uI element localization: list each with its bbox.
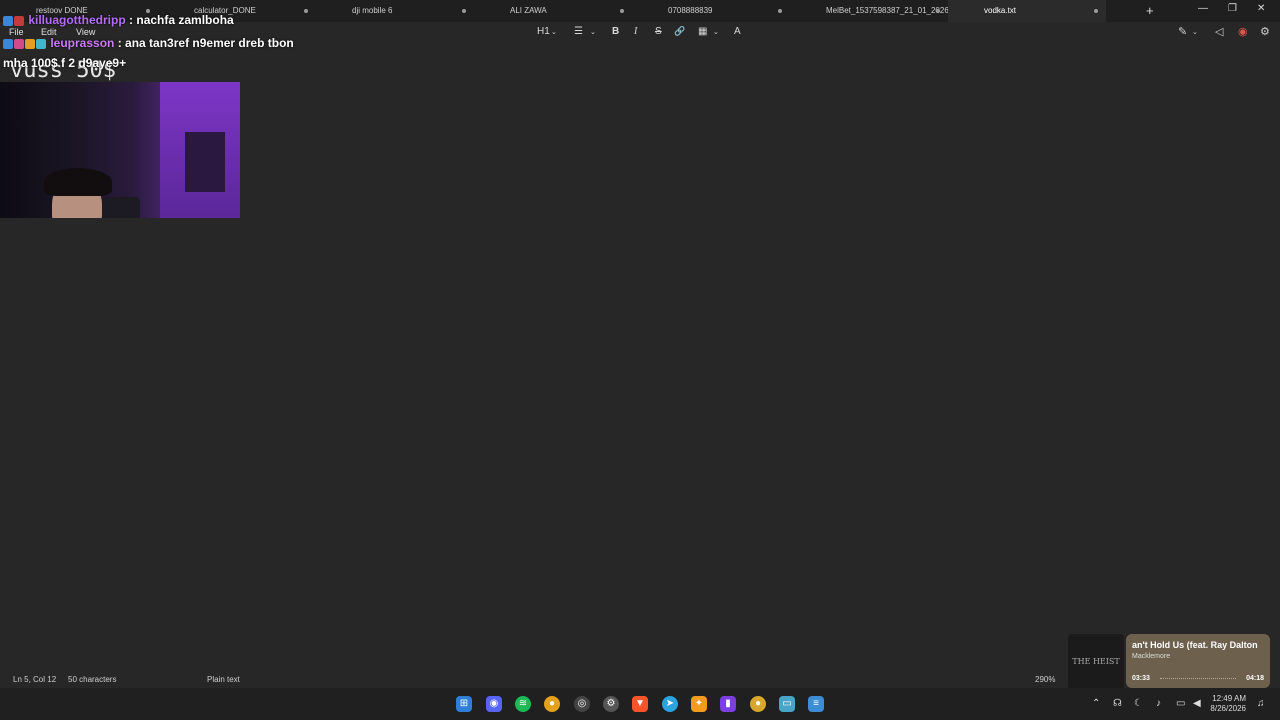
media-elapsed: 03:33 [1132,675,1150,682]
media-card: an't Hold Us (feat. Ray Dalton Macklemor… [1126,634,1270,688]
chat-message: leuprasson : ana tan3ref n9emer dreb tbo… [3,36,294,50]
webcam-person [44,168,112,196]
chat-message: killuagotthedripp : nachfa zamlboha [3,13,234,27]
chat-message: mha 100$ f 2 d9aye9+ [3,56,126,70]
tab-label: ALI ZAWA [510,6,547,15]
clear-formatting-icon[interactable]: A [734,26,741,37]
chat-text: : ana tan3ref n9emer dreb tbon [117,36,294,50]
badge-icon [25,39,35,50]
brave-icon[interactable]: ▼ [632,696,648,712]
badge-icon [3,39,13,50]
tab-label: MelBet_1537598387_21_01_2026.txt [826,6,948,15]
chat-badges [3,39,47,50]
tab-ali-zawa[interactable]: ALI ZAWA [474,0,632,22]
tab-label: 0708888839 [668,6,713,15]
tab-label: vodka.txt [984,6,1017,15]
network-icon[interactable]: ▭ [1176,698,1185,709]
chrome-profile-icon[interactable]: ● [750,696,766,712]
badge-icon [3,16,13,27]
unsaved-dot-icon [778,9,782,13]
spotify-icon[interactable]: ≋ [515,696,531,712]
app-window-icon[interactable]: ▭ [779,696,795,712]
media-widget[interactable]: THE HEIST an't Hold Us (feat. Ray Dalton… [1068,634,1270,696]
webcam-background [185,132,225,192]
system-clock[interactable]: 12:49 AM 8/26/2026 [1210,694,1246,714]
zoom-level[interactable]: 290% [1035,675,1055,684]
notification-bell-icon[interactable]: ♫ [1257,698,1265,709]
webcam-overlay [0,82,240,218]
list-icon[interactable]: ☰ [574,26,583,37]
tab-number[interactable]: 0708888839 [632,0,790,22]
tab-melbet[interactable]: MelBet_1537598387_21_01_2026.txt [790,0,948,22]
chevron-down-icon[interactable]: ⌄ [551,28,557,36]
windows-start-icon[interactable]: ⊞ [456,696,472,712]
steam-icon[interactable]: ⚙ [603,696,619,712]
megaphone-icon[interactable]: ◁ [1215,25,1223,38]
tab-vodka[interactable]: vodka.txt [948,0,1106,22]
bold-button[interactable]: B [612,26,619,37]
tab-label: dji mobile 6 [352,6,393,15]
chevron-down-icon[interactable]: ⌄ [713,28,719,36]
badge-icon [14,16,24,27]
italic-button[interactable]: I [634,26,637,37]
album-art: THE HEIST [1068,634,1124,690]
obs-icon[interactable]: ◎ [574,696,590,712]
media-duration: 04:18 [1246,675,1264,682]
close-icon[interactable]: ✕ [1257,3,1265,14]
chat-badges [3,16,25,27]
new-tab-button[interactable]: + [1146,3,1154,18]
tray-chevron-up-icon[interactable]: ⌃ [1092,698,1100,709]
unsaved-dot-icon [620,9,624,13]
media-title: an't Hold Us (feat. Ray Dalton [1132,640,1258,650]
unsaved-dot-icon [304,9,308,13]
clock-date: 8/26/2026 [1210,704,1246,713]
webcam-microphone [100,197,140,218]
unsaved-dot-icon [1094,9,1098,13]
microphone-icon[interactable]: ♪ [1156,698,1161,709]
chat-text: mha 100$ f 2 d9aye9+ [3,56,127,70]
chevron-down-icon[interactable]: ⌄ [1192,28,1198,36]
minimize-icon[interactable]: — [1198,3,1208,14]
fl-studio-icon[interactable]: ✦ [691,696,707,712]
strikethrough-button[interactable]: S [655,26,662,37]
chat-username: killuagotthedripp [28,13,126,27]
table-icon[interactable]: ▦ [698,26,707,37]
media-artist: Macklemore [1132,653,1171,660]
notepad-icon[interactable]: ≡ [808,696,824,712]
badge-icon [14,39,24,50]
unsaved-dot-icon [462,9,466,13]
unsaved-dot-icon [936,9,940,13]
cursor-position: Ln 5, Col 12 [13,675,57,684]
media-scrubber[interactable] [1160,678,1236,680]
badge-icon [36,39,46,50]
discord-icon[interactable]: ◉ [486,696,502,712]
heading-dropdown[interactable]: H1 [537,26,550,37]
character-count: 50 characters [68,675,117,684]
settings-gear-icon[interactable]: ⚙ [1260,25,1270,38]
headphones-icon[interactable]: ☊ [1113,698,1122,709]
taskbar: ⊞ ◉ ≋ ● ◎ ⚙ ▼ ➤ ✦ ▮ ● ▭ ≡ ⌃ ☊ ☾ ♪ ▭ ◀ 12… [0,688,1280,720]
telegram-icon[interactable]: ➤ [662,696,678,712]
link-icon[interactable]: 🔗 [674,26,685,37]
chrome-icon[interactable]: ● [544,696,560,712]
profile-icon[interactable]: ◉ [1238,25,1248,38]
chat-text: : nachfa zamlboha [129,13,234,27]
tab-dji-mobile[interactable]: dji mobile 6 [316,0,474,22]
volume-icon[interactable]: ◀ [1193,698,1201,709]
format-indicator[interactable]: Plain text [207,675,240,684]
copilot-icon[interactable]: ✎ [1178,25,1187,38]
chevron-down-icon[interactable]: ⌄ [590,28,596,36]
clock-time: 12:49 AM [1212,694,1246,703]
restore-icon[interactable]: ❐ [1228,3,1237,14]
chat-username: leuprasson [50,36,115,50]
app-icon[interactable]: ▮ [720,696,736,712]
tray-app-icon[interactable]: ☾ [1134,698,1143,709]
